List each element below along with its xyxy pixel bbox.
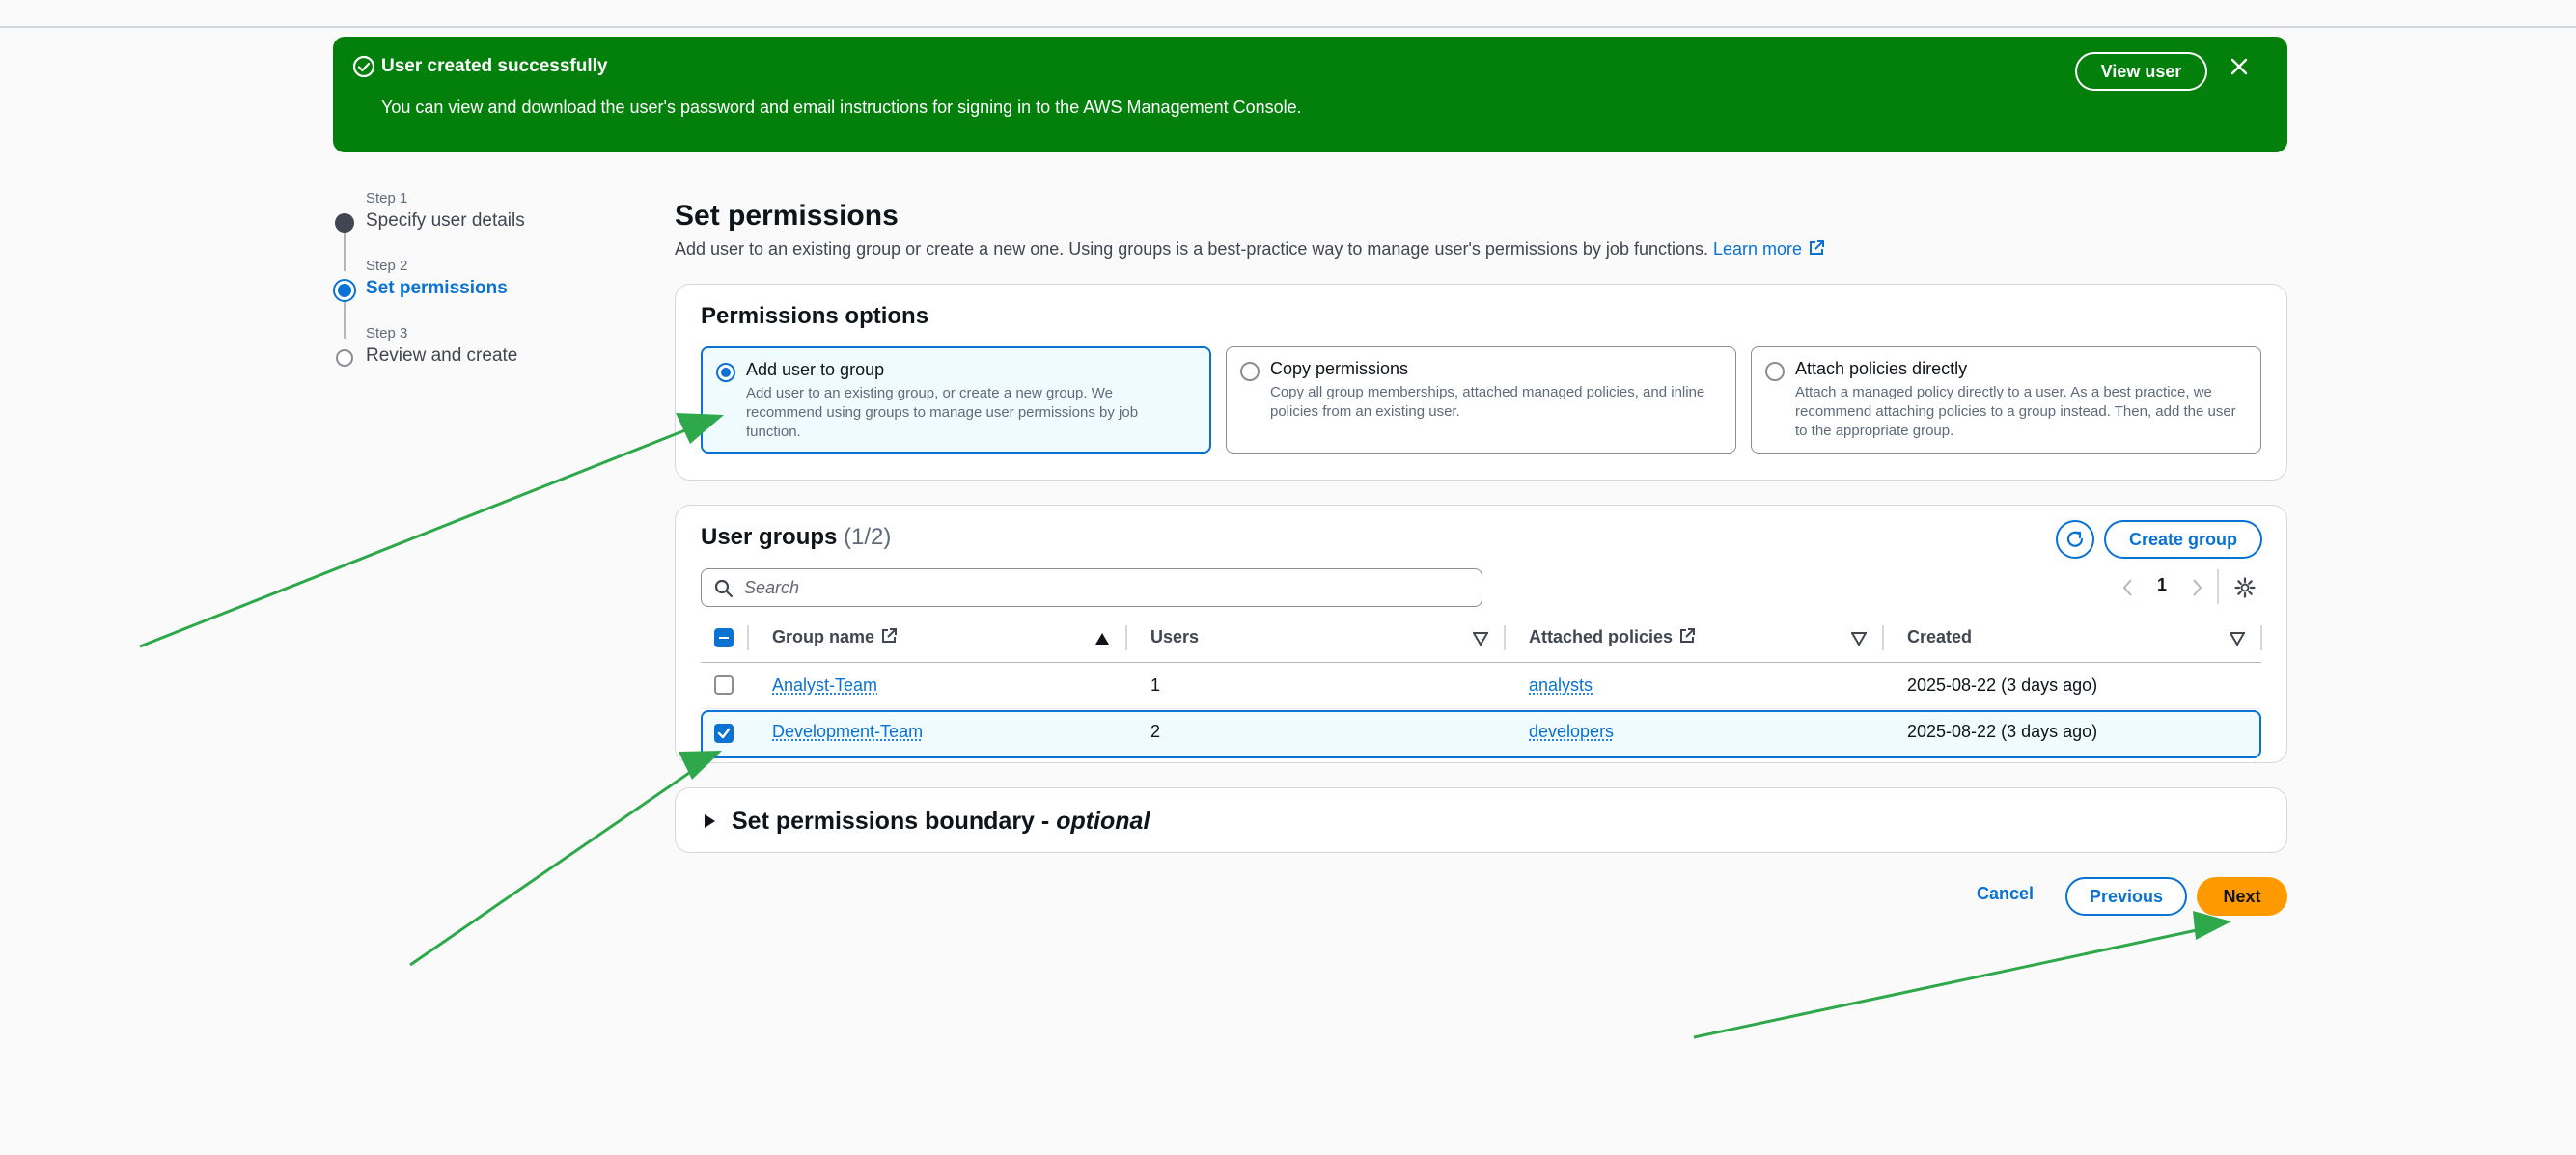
column-header-users[interactable]: Users [1150,627,1199,647]
step-1-number: Step 1 [366,190,408,206]
user-groups-count: (1/2) [844,524,892,550]
attached-policy-link[interactable]: developers [1529,722,1614,742]
sort-icon[interactable] [1473,632,1488,646]
column-header-attached-policies[interactable]: Attached policies [1529,627,1696,647]
page-title: Set permissions [675,200,899,232]
create-group-button[interactable]: Create group [2104,520,2262,559]
external-link-icon [882,628,898,643]
option-label: Copy permissions [1270,359,1409,378]
option-description: Add user to an existing group, or create… [746,385,1139,440]
refresh-button[interactable] [2056,520,2094,559]
option-label: Add user to group [746,360,885,379]
column-header-group-name[interactable]: Group name [772,627,898,647]
pager-divider [2217,569,2219,604]
column-separator [1125,625,1127,650]
users-count: 2 [1150,722,1161,741]
next-page-icon[interactable] [2189,576,2204,599]
description-text: Add user to an existing group or create … [675,239,1708,259]
learn-more-link[interactable]: Learn more [1713,239,1825,259]
step-2-number: Step 2 [366,258,408,274]
flash-message: You can view and download the user's pas… [381,97,1302,117]
option-description: Attach a managed policy directly to a us… [1795,384,2236,439]
refresh-icon [2066,531,2084,547]
success-check-icon [352,55,375,78]
option-label: Attach policies directly [1795,359,1968,378]
radio-add-user-to-group[interactable] [716,363,735,382]
settings-gear-icon[interactable] [2234,577,2256,598]
view-user-button[interactable]: View user [2075,52,2207,91]
step-3-pending-icon [336,349,353,367]
created-date: 2025-08-22 (3 days ago) [1907,675,2098,695]
attached-policy-link[interactable]: analysts [1529,675,1593,696]
top-divider [0,26,2576,28]
column-label: Group name [772,627,875,646]
radio-copy-permissions[interactable] [1240,362,1260,381]
option-add-user-to-group[interactable]: Add user to group Add user to an existin… [701,346,1211,454]
previous-page-icon[interactable] [2120,576,2136,599]
row-checkbox[interactable] [714,675,734,695]
column-separator [1882,625,1884,650]
created-date: 2025-08-22 (3 days ago) [1907,722,2098,741]
close-icon[interactable] [2225,52,2254,81]
step-1-completed-icon [335,213,354,233]
sort-icon[interactable] [1851,632,1867,646]
annotation-arrow [1693,911,2231,1039]
external-link-icon [1680,628,1696,643]
group-name-link[interactable]: Development-Team [772,722,923,742]
caret-right-icon[interactable] [703,813,716,829]
page-description: Add user to an existing group or create … [675,239,1825,260]
annotation-arrow [139,413,724,648]
user-groups-title-text: User groups [701,524,838,550]
step-connector [344,233,346,271]
column-separator [747,625,749,650]
previous-button[interactable]: Previous [2065,877,2187,916]
option-description: Copy all group memberships, attached man… [1270,384,1705,420]
permissions-options-title: Permissions options [701,303,929,329]
column-header-created[interactable]: Created [1907,627,1972,647]
step-3-number: Step 3 [366,325,408,342]
permissions-boundary-title[interactable]: Set permissions boundary - optional [732,808,1150,836]
external-link-icon [1810,240,1825,255]
search-icon [714,579,734,598]
next-button[interactable]: Next [2197,877,2287,916]
row-divider [701,708,2261,709]
select-all-checkbox[interactable] [714,628,734,647]
column-separator [1504,625,1506,650]
column-label: Attached policies [1529,627,1674,646]
boundary-title-text: Set permissions boundary - [732,808,1057,835]
column-separator [2260,625,2262,650]
current-page-number[interactable]: 1 [2157,575,2167,595]
step-3-label: Review and create [366,345,518,366]
flash-title: User created successfully [381,56,608,76]
sort-icon[interactable] [2230,632,2245,646]
step-connector [344,300,346,339]
users-count: 1 [1150,675,1161,695]
learn-more-label: Learn more [1713,239,1803,259]
user-groups-title: User groups (1/2) [701,524,891,551]
success-flash-banner: User created successfully You can view a… [333,37,2287,152]
search-field[interactable] [701,568,1482,607]
table-header-divider [701,662,2261,663]
cancel-button[interactable]: Cancel [1977,884,2034,904]
step-1-link[interactable]: Specify user details [366,210,525,232]
search-input[interactable] [744,575,1458,600]
boundary-optional-text: optional [1056,808,1150,835]
annotation-arrow [409,751,722,967]
step-2-active-icon [333,279,356,302]
radio-attach-policies-directly[interactable] [1765,362,1785,381]
row-checkbox[interactable] [714,724,734,743]
checkmark-icon [717,728,731,739]
group-name-link[interactable]: Analyst-Team [772,675,877,696]
option-copy-permissions[interactable]: Copy permissions Copy all group membersh… [1226,346,1736,454]
sort-ascending-icon[interactable] [1094,632,1110,646]
step-2-label: Set permissions [366,278,508,298]
option-attach-policies-directly[interactable]: Attach policies directly Attach a manage… [1751,346,2261,454]
